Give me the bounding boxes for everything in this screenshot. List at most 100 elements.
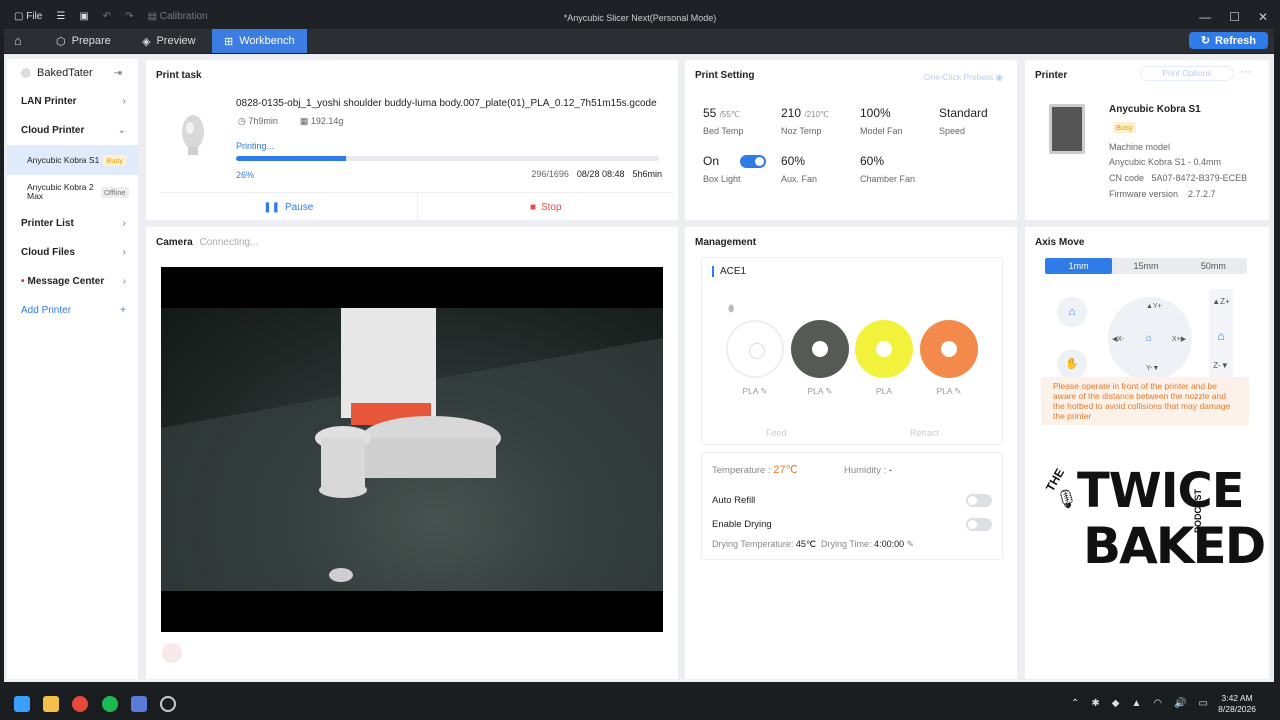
step-50mm[interactable]: 50mm — [1180, 258, 1247, 274]
sidebar: BakedTater ⇥ LAN Printer › Cloud Printer ⌄… — [7, 59, 138, 679]
print-options-label: Print Options — [1162, 68, 1212, 78]
windows-start-icon[interactable] — [14, 696, 30, 712]
speed[interactable]: Standard Speed — [939, 106, 1029, 136]
print-options-button[interactable]: Print Options — [1140, 66, 1234, 81]
sidebar-item-message-center[interactable]: • Message Center › — [7, 267, 138, 296]
notification-dot: • — [21, 276, 25, 287]
enable-drying-toggle[interactable] — [966, 518, 992, 531]
anycubic-slicer-icon[interactable] — [131, 696, 147, 712]
panel-title: Printer — [1035, 70, 1068, 81]
spool-3[interactable] — [855, 320, 913, 378]
status-badge: Busy — [103, 154, 126, 166]
temperature-value: 27℃ — [773, 464, 798, 476]
printer-item-kobra-s1[interactable]: Anycubic Kobra S1 Busy — [7, 145, 138, 175]
volume-icon[interactable]: 🔊 — [1174, 698, 1186, 709]
y-plus-icon[interactable]: ▲Y+ — [1146, 303, 1162, 310]
box-light-toggle[interactable] — [740, 155, 767, 169]
add-printer-button[interactable]: Add Printer + — [7, 296, 138, 325]
z-minus-icon[interactable]: Z-▼ — [1209, 361, 1233, 370]
logo-line1: TWICE — [1077, 463, 1245, 519]
printer-item-kobra-2-max[interactable]: Anycubic Kobra 2 Max Offline — [7, 175, 138, 209]
sidebar-item-printer-list[interactable]: Printer List › — [7, 209, 138, 238]
humidity-label: Humidity : — [844, 465, 887, 476]
tray-app-icon[interactable]: ◆ — [1112, 698, 1120, 709]
stop-label: Stop — [540, 202, 562, 213]
xy-dpad[interactable]: ▲Y+ Y-▼ ◀X- X+▶ ⌂ — [1108, 297, 1192, 381]
logo-line2: BAKED — [1083, 517, 1266, 575]
chevron-up-icon[interactable]: ⌃ — [1071, 698, 1079, 709]
camera-feed[interactable] — [161, 267, 663, 632]
spool-4[interactable] — [920, 320, 978, 378]
collision-warning: Please operate in front of the printer a… — [1041, 377, 1249, 425]
progress-fill — [236, 156, 346, 161]
sidebar-item-lan-printer[interactable]: LAN Printer › — [7, 87, 138, 116]
z-controls: ▲Z+ ⌂ Z-▼ — [1209, 289, 1233, 387]
tray-app-icon[interactable]: ▲ — [1131, 698, 1141, 709]
user-profile[interactable]: BakedTater ⇥ — [7, 59, 138, 87]
home-z-icon[interactable]: ⌂ — [1209, 329, 1233, 343]
spool-2[interactable] — [791, 320, 849, 378]
print-task-panel: Print task 0828-0135-obj_1_yoshi shoulde… — [146, 60, 678, 222]
machine-model-label: Machine model — [1109, 142, 1171, 152]
chrome-icon[interactable] — [72, 696, 88, 712]
file-explorer-icon[interactable] — [43, 696, 59, 712]
weight-value: 192.14g — [310, 116, 344, 126]
home-all-icon[interactable]: ⌂ — [1146, 333, 1152, 344]
edit-icon[interactable]: ✎ — [907, 539, 915, 549]
tray-app-icon[interactable]: ✱ — [1091, 698, 1099, 709]
sidebar-item-cloud-files[interactable]: Cloud Files › — [7, 238, 138, 267]
spool-1[interactable] — [726, 320, 784, 378]
printer-name: Anycubic Kobra S1 — [1109, 104, 1201, 115]
tab-workbench[interactable]: ⊞ Workbench — [212, 29, 307, 53]
maximize-button[interactable]: ☐ — [1229, 10, 1240, 24]
tab-prepare[interactable]: ⬡ Prepare — [44, 29, 123, 53]
app-icon[interactable] — [160, 696, 176, 712]
nozzle-temp[interactable]: 210 /210℃ Noz Temp — [781, 106, 871, 136]
refresh-button[interactable]: ↻ Refresh — [1188, 32, 1268, 49]
model-thumbnail — [182, 115, 204, 155]
chevron-right-icon: › — [122, 96, 126, 107]
logout-icon[interactable]: ⇥ — [114, 68, 122, 79]
retract-button[interactable]: Retract — [910, 428, 939, 438]
x-minus-icon[interactable]: ◀X- — [1112, 335, 1124, 343]
firmware-value: 2.7.2.7 — [1188, 189, 1216, 199]
wifi-icon[interactable]: ◠ — [1153, 698, 1162, 709]
home-icon[interactable]: ⌂ — [14, 33, 22, 48]
sidebar-item-cloud-printer[interactable]: Cloud Printer ⌄ — [7, 116, 138, 145]
tab-preview[interactable]: ◈ Preview — [130, 29, 208, 53]
aux-fan[interactable]: 60% Aux. Fan — [781, 154, 871, 184]
pause-button[interactable]: ❚❚ Pause — [160, 193, 418, 222]
unlock-motors-button[interactable]: ✋ — [1057, 349, 1087, 379]
progress-percent: 26% — [236, 170, 255, 180]
z-plus-icon[interactable]: ▲Z+ — [1209, 297, 1233, 306]
one-click-preheat[interactable]: One-Click Preheat ◉ — [924, 72, 1003, 83]
y-minus-icon[interactable]: Y-▼ — [1146, 365, 1159, 372]
noz-temp-value: 210 — [781, 106, 802, 120]
step-15mm[interactable]: 15mm — [1112, 258, 1179, 274]
status-badge: Busy — [1113, 122, 1136, 133]
cloud-files-label: Cloud Files — [21, 247, 75, 258]
x-plus-icon[interactable]: X+▶ — [1172, 335, 1186, 343]
minimize-button[interactable]: — — [1199, 10, 1211, 24]
workbench: BakedTater ⇥ LAN Printer › Cloud Printer ⌄… — [4, 54, 1274, 682]
cn-code-label: CN code — [1109, 173, 1145, 183]
spotify-icon[interactable] — [102, 696, 118, 712]
camera-image — [161, 308, 663, 591]
clock[interactable]: 3:42 AM 8/28/2026 — [1218, 693, 1256, 715]
step-1mm[interactable]: 1mm — [1045, 258, 1113, 274]
chevron-right-icon: › — [122, 276, 126, 287]
close-button[interactable]: ✕ — [1258, 10, 1268, 24]
battery-icon[interactable]: ▭ — [1199, 698, 1208, 709]
model-fan[interactable]: 100% Model Fan — [860, 106, 950, 136]
chamber-fan[interactable]: 60% Chamber Fan — [860, 154, 950, 184]
record-button[interactable] — [162, 643, 182, 663]
auto-refill-toggle[interactable] — [966, 494, 992, 507]
bed-temp[interactable]: 55 /55℃ Bed Temp — [703, 106, 793, 136]
feed-button[interactable]: Feed — [766, 428, 787, 438]
layer-count: 296/1696 — [531, 169, 569, 179]
twice-baked-logo: THE 🎙 TWICE BAKED PODCAST — [1041, 463, 1266, 583]
home-xy-button[interactable]: ⌂ — [1057, 297, 1087, 327]
more-icon[interactable]: ··· — [1240, 66, 1251, 78]
taskbar: ⌃ ✱ ◆ ▲ ◠ 🔊 ▭ 3:42 AM 8/28/2026 — [0, 688, 1280, 720]
stop-button[interactable]: ■ Stop — [418, 193, 675, 222]
